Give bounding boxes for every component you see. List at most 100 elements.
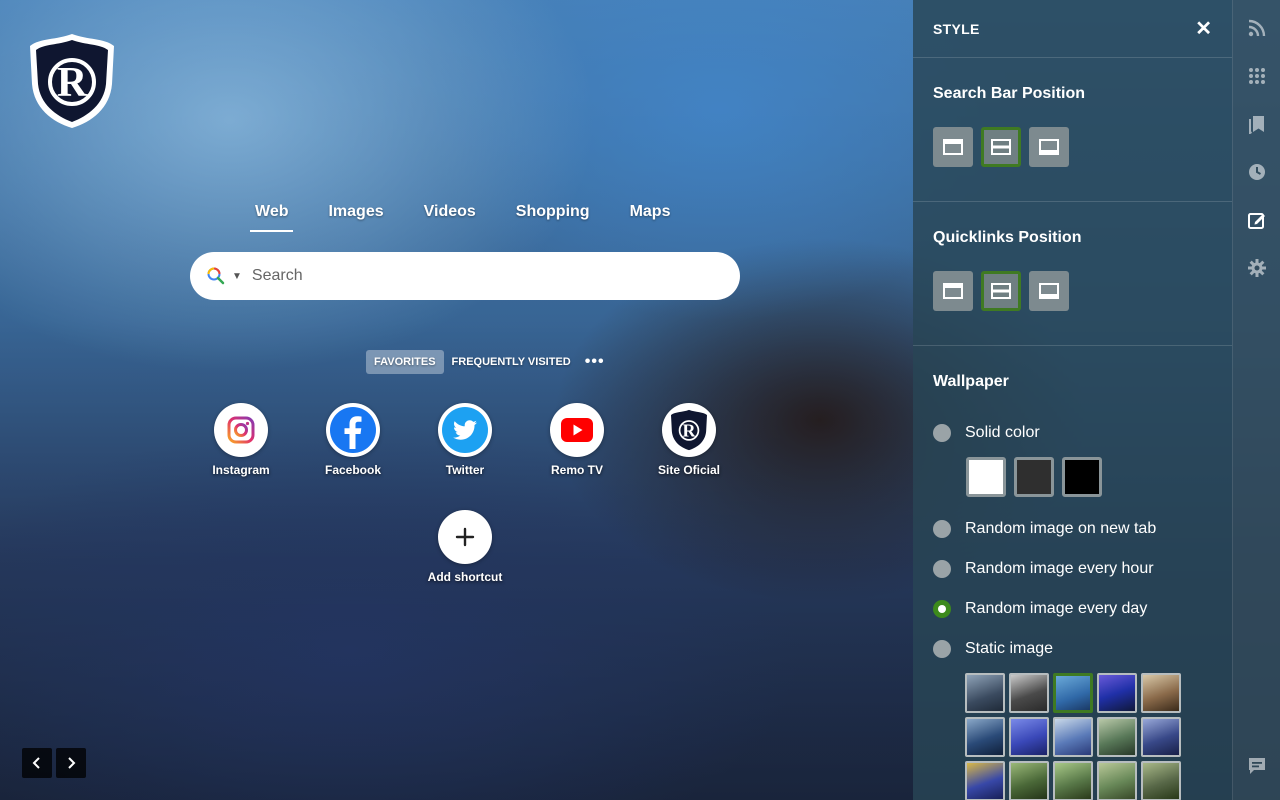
shortcut-remo-tv[interactable]: Remo TV	[527, 403, 627, 477]
settings-gear-icon[interactable]	[1247, 258, 1267, 278]
search-bar-position-section: Search Bar Position	[913, 58, 1232, 202]
search-engine-tabs: Web Images Videos Shopping Maps	[250, 200, 705, 232]
search-input[interactable]	[251, 267, 740, 285]
twitter-icon	[438, 403, 492, 457]
wallpaper-thumbnail[interactable]	[1097, 761, 1137, 800]
apps-grid-icon[interactable]	[1247, 66, 1267, 86]
tab-frequently-visited[interactable]: FREQUENTLY VISITED	[444, 350, 579, 374]
wallpaper-thumbnail[interactable]	[965, 673, 1005, 713]
color-swatches	[933, 453, 1212, 509]
layout-top-icon	[943, 139, 963, 155]
history-icon[interactable]	[1247, 162, 1267, 182]
wallpaper-nav	[22, 748, 86, 778]
shortcut-label: Add shortcut	[427, 570, 503, 584]
tab-web[interactable]: Web	[250, 200, 294, 232]
section-heading: Search Bar Position	[933, 85, 1086, 102]
wallpaper-thumbnail[interactable]	[1053, 761, 1093, 800]
instagram-icon	[214, 403, 268, 457]
wallpaper-thumbnail[interactable]	[1141, 761, 1181, 800]
style-panel: STYLE ✕ Search Bar Position Quicklinks P…	[913, 0, 1232, 800]
shortcut-facebook[interactable]: Facebook	[303, 403, 403, 477]
quicklinks-tabs: FAVORITES FREQUENTLY VISITED •••	[366, 350, 605, 374]
section-heading: Wallpaper	[933, 373, 1009, 390]
engine-dropdown-caret-icon[interactable]: ▼	[232, 271, 242, 282]
chevron-left-icon	[32, 757, 40, 769]
wallpaper-thumbnail[interactable]	[1141, 717, 1181, 757]
tab-maps[interactable]: Maps	[625, 200, 676, 232]
next-wallpaper-button[interactable]	[56, 748, 86, 778]
panel-title: STYLE	[933, 20, 980, 37]
wallpaper-thumbnail[interactable]	[965, 717, 1005, 757]
layout-bottom-icon	[1039, 139, 1059, 155]
position-top-button[interactable]	[933, 271, 973, 311]
position-center-button[interactable]	[981, 271, 1021, 311]
club-crest-logo: R	[30, 34, 114, 128]
search-engine-icon[interactable]	[206, 266, 226, 286]
layout-center-icon	[991, 283, 1011, 299]
style-edit-icon[interactable]	[1247, 210, 1267, 230]
option-label: Random image on new tab	[965, 520, 1157, 537]
position-center-button[interactable]	[981, 127, 1021, 167]
shortcut-label: Remo TV	[550, 463, 603, 477]
shortcut-instagram[interactable]: Instagram	[191, 403, 291, 477]
rss-icon[interactable]	[1247, 18, 1267, 38]
tab-videos[interactable]: Videos	[419, 200, 481, 232]
shortcut-site-oficial[interactable]: R Site Oficial	[639, 403, 739, 477]
quicklinks-position-section: Quicklinks Position	[913, 202, 1232, 346]
tab-favorites[interactable]: FAVORITES	[366, 350, 444, 374]
previous-wallpaper-button[interactable]	[22, 748, 52, 778]
wallpaper-thumbnail[interactable]	[1009, 717, 1049, 757]
radio-button-checked[interactable]	[933, 600, 951, 618]
wallpaper-thumbnails	[933, 669, 1212, 800]
add-shortcut-button[interactable]: Add shortcut	[415, 510, 515, 584]
option-random-new-tab[interactable]: Random image on new tab	[933, 509, 1212, 549]
position-top-button[interactable]	[933, 127, 973, 167]
wallpaper-thumbnail[interactable]	[965, 761, 1005, 800]
radio-button[interactable]	[933, 424, 951, 442]
option-solid-color[interactable]: Solid color	[933, 413, 1212, 453]
layout-center-icon	[991, 139, 1011, 155]
wallpaper-thumbnail[interactable]	[1053, 673, 1093, 713]
shortcut-label: Facebook	[324, 463, 381, 477]
club-crest-icon: R	[662, 403, 716, 457]
radio-button[interactable]	[933, 640, 951, 658]
layout-bottom-icon	[1039, 283, 1059, 299]
wallpaper-thumbnail[interactable]	[1097, 673, 1137, 713]
option-label: Static image	[965, 640, 1054, 657]
close-icon[interactable]: ✕	[1195, 19, 1212, 39]
shortcut-label: Twitter	[445, 463, 485, 477]
shortcut-label: Instagram	[212, 463, 270, 477]
wallpaper-section: Wallpaper Solid color Random image on ne…	[913, 346, 1232, 800]
option-label: Random image every day	[965, 600, 1148, 617]
swatch-black[interactable]	[1062, 457, 1102, 497]
radio-button[interactable]	[933, 520, 951, 538]
panel-header: STYLE ✕	[913, 0, 1232, 58]
option-static-image[interactable]: Static image	[933, 629, 1212, 669]
radio-button[interactable]	[933, 560, 951, 578]
section-heading: Quicklinks Position	[933, 229, 1082, 246]
shortcut-label: Site Oficial	[657, 463, 721, 477]
position-bottom-button[interactable]	[1029, 127, 1069, 167]
swatch-dark-gray[interactable]	[1014, 457, 1054, 497]
wallpaper-thumbnail[interactable]	[1009, 673, 1049, 713]
wallpaper-thumbnail[interactable]	[1009, 761, 1049, 800]
feedback-icon[interactable]	[1247, 756, 1267, 776]
option-label: Random image every hour	[965, 560, 1154, 577]
youtube-icon	[550, 403, 604, 457]
shortcut-twitter[interactable]: Twitter	[415, 403, 515, 477]
bookmarks-icon[interactable]	[1247, 114, 1267, 134]
wallpaper-thumbnail[interactable]	[1141, 673, 1181, 713]
chevron-right-icon	[68, 757, 76, 769]
plus-icon	[438, 510, 492, 564]
tab-images[interactable]: Images	[323, 200, 388, 232]
option-random-hour[interactable]: Random image every hour	[933, 549, 1212, 589]
swatch-white[interactable]	[966, 457, 1006, 497]
option-random-day[interactable]: Random image every day	[933, 589, 1212, 629]
tab-shopping[interactable]: Shopping	[511, 200, 595, 232]
more-options-icon[interactable]: •••	[585, 353, 605, 371]
wallpaper-thumbnail[interactable]	[1097, 717, 1137, 757]
layout-top-icon	[943, 283, 963, 299]
position-bottom-button[interactable]	[1029, 271, 1069, 311]
wallpaper-thumbnail[interactable]	[1053, 717, 1093, 757]
facebook-icon	[326, 403, 380, 457]
